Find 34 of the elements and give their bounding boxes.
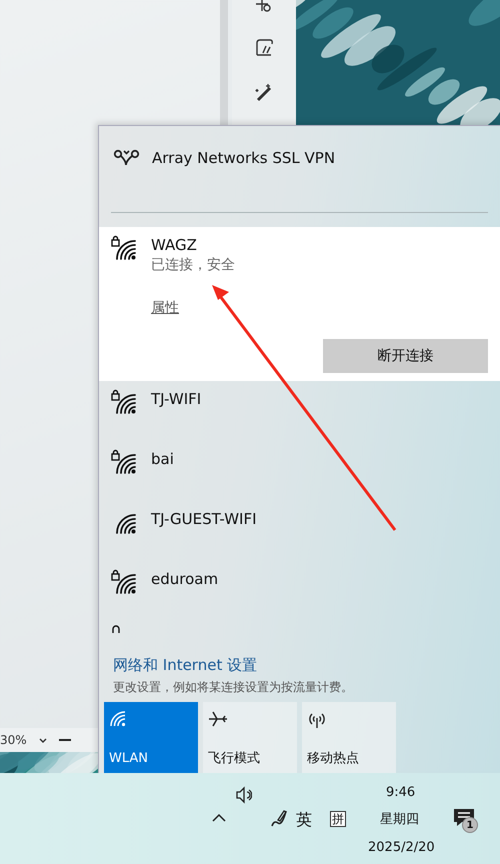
settings-description: 更改设置，例如将某连接设置为按流量计费。 [113, 679, 354, 696]
network-name: bai [151, 449, 174, 469]
network-name: WAGZ [151, 235, 198, 255]
magic-wand-icon[interactable] [254, 82, 274, 102]
input-mode[interactable]: 英 [296, 808, 312, 832]
caret-icon[interactable] [38, 736, 47, 744]
network-item[interactable]: bai [99, 441, 500, 501]
network-item[interactable]: TJ-GUEST-WIFI [99, 501, 500, 561]
properties-link[interactable]: 属性 [151, 298, 179, 319]
network-item[interactable]: TJ-WIFI [99, 381, 500, 441]
quick-action-tile[interactable]: 移动热点 [302, 702, 396, 773]
minus-icon[interactable] [58, 738, 71, 742]
chevron-up-icon[interactable] [212, 813, 226, 823]
network-item[interactable]: eduroam [99, 561, 500, 621]
pen-icon[interactable] [270, 808, 288, 828]
connection-status: 已连接，安全 [151, 256, 235, 275]
clock-date[interactable]: 2025/2/20 [368, 838, 435, 858]
lock-icon [112, 625, 120, 633]
quick-action-tile[interactable]: WLAN [104, 702, 198, 773]
network-name: eduroam [151, 569, 218, 589]
settings-link[interactable]: 网络和 Internet 设置 [113, 654, 500, 676]
network-name: TJ-GUEST-WIFI [151, 509, 257, 529]
disconnect-button[interactable]: 断开连接 [323, 339, 488, 373]
vpn-name[interactable]: Array Networks SSL VPN [152, 148, 336, 168]
volume-icon[interactable] [236, 786, 252, 804]
ime-indicator[interactable]: 拼 [330, 811, 346, 827]
edit-image-icon[interactable] [254, 38, 274, 58]
weekday[interactable]: 星期四 [380, 810, 419, 830]
network-item[interactable]: WAGZ 已连接，安全 属性 断开连接 [99, 227, 500, 381]
scrollbar[interactable] [220, 0, 228, 125]
quick-action-tile[interactable]: 飞行模式 [203, 702, 297, 773]
airplane-icon [208, 710, 228, 728]
clock-time[interactable]: 9:46 [386, 783, 416, 802]
network-name: TJ-WIFI [151, 389, 202, 409]
